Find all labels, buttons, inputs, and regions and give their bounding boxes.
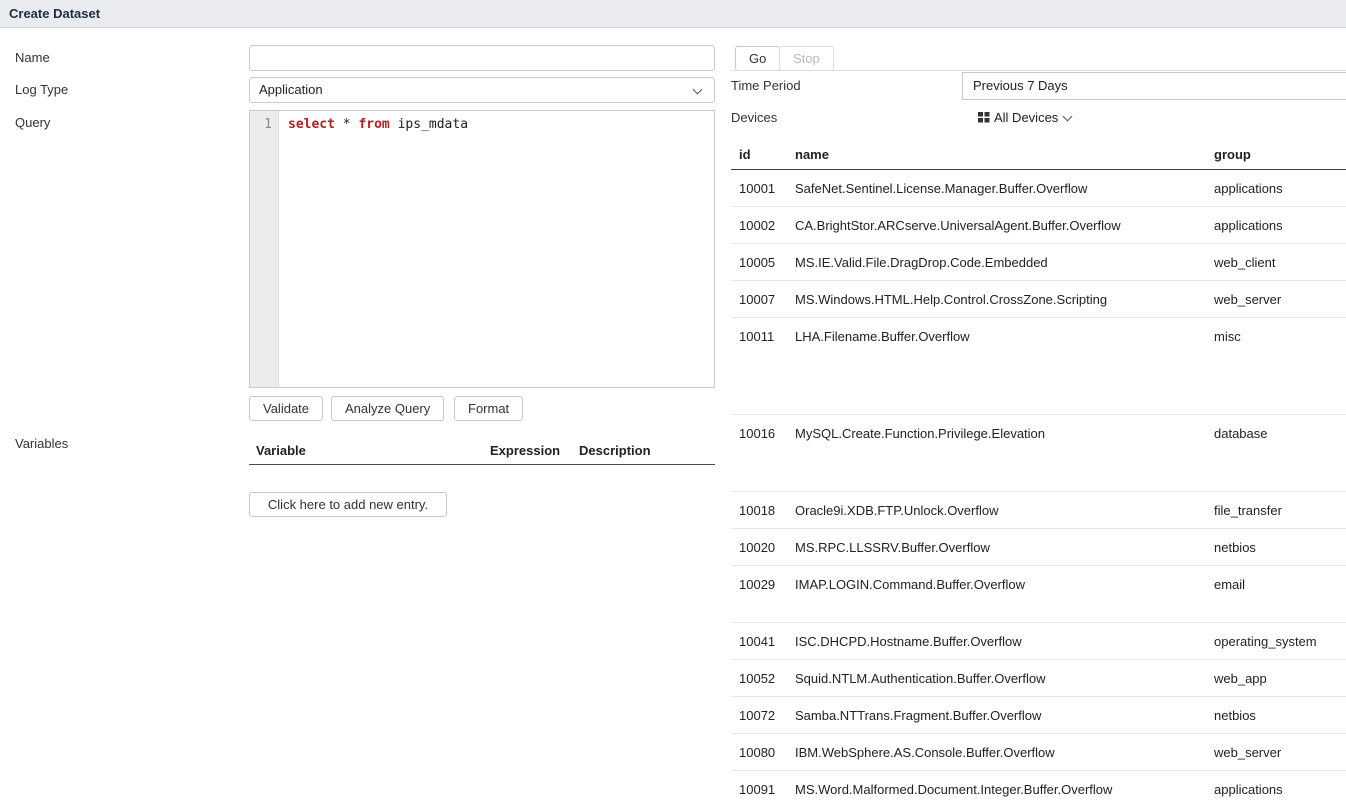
cell-name: MS.Word.Malformed.Document.Integer.Buffe… [795, 771, 1214, 797]
cell-group: web_server [1214, 734, 1346, 760]
cell-id: 10029 [731, 566, 795, 592]
table-row[interactable]: 10018Oracle9i.XDB.FTP.Unlock.Overflowfil… [731, 492, 1346, 529]
cell-group: file_transfer [1214, 492, 1346, 518]
cell-group: web_client [1214, 244, 1346, 270]
name-label: Name [15, 48, 50, 68]
cell-id: 10091 [731, 771, 795, 797]
time-period-label: Time Period [731, 76, 801, 96]
name-column-header[interactable]: name [795, 147, 1214, 162]
cell-id: 10011 [731, 318, 795, 344]
cell-group: netbios [1214, 697, 1346, 723]
add-entry-button[interactable]: Click here to add new entry. [249, 492, 447, 517]
cell-name: IBM.WebSphere.AS.Console.Buffer.Overflow [795, 734, 1214, 760]
table-row[interactable]: 10041ISC.DHCPD.Hostname.Buffer.Overflowo… [731, 623, 1346, 660]
cell-group: operating_system [1214, 623, 1346, 649]
sql-keyword: select [288, 117, 335, 132]
query-code-line[interactable]: select * from ips_mdata [280, 111, 714, 132]
expression-column-header: Expression [490, 443, 560, 458]
all-devices-icon [978, 112, 990, 123]
cell-group: netbios [1214, 529, 1346, 555]
time-period-select[interactable]: Previous 7 Days [962, 72, 1346, 100]
cell-id: 10005 [731, 244, 795, 270]
cell-name: MySQL.Create.Function.Privilege.Elevatio… [795, 415, 1214, 441]
table-row[interactable]: 10029IMAP.LOGIN.Command.Buffer.Overflowe… [731, 566, 1346, 623]
analyze-query-button[interactable]: Analyze Query [331, 396, 444, 421]
query-label: Query [15, 113, 50, 133]
cell-group: database [1214, 415, 1346, 441]
line-number: 1 [250, 111, 278, 132]
table-row[interactable]: 10091MS.Word.Malformed.Document.Integer.… [731, 771, 1346, 806]
cell-id: 10020 [731, 529, 795, 555]
devices-select[interactable]: All Devices [978, 108, 1071, 128]
cell-id: 10041 [731, 623, 795, 649]
cell-id: 10016 [731, 415, 795, 441]
cell-name: CA.BrightStor.ARCserve.UniversalAgent.Bu… [795, 207, 1214, 233]
cell-name: Oracle9i.XDB.FTP.Unlock.Overflow [795, 492, 1214, 518]
results-table-header: id name group [731, 140, 1346, 170]
table-row[interactable]: 10052Squid.NTLM.Authentication.Buffer.Ov… [731, 660, 1346, 697]
cell-group: misc [1214, 318, 1346, 344]
go-button[interactable]: Go [735, 46, 780, 71]
query-editor[interactable]: 1 select * from ips_mdata [249, 110, 715, 388]
cell-id: 10001 [731, 170, 795, 196]
create-dataset-page: Create Dataset Name Log Type Application… [0, 0, 1346, 806]
table-row[interactable]: 10016MySQL.Create.Function.Privilege.Ele… [731, 415, 1346, 492]
table-row[interactable]: 10020MS.RPC.LLSSRV.Buffer.Overflownetbio… [731, 529, 1346, 566]
cell-id: 10007 [731, 281, 795, 307]
validate-button[interactable]: Validate [249, 396, 323, 421]
chevron-down-icon [693, 85, 703, 95]
cell-group: applications [1214, 207, 1346, 233]
sql-text: ips_mdata [390, 117, 468, 132]
cell-name: SafeNet.Sentinel.License.Manager.Buffer.… [795, 170, 1214, 196]
cell-id: 10072 [731, 697, 795, 723]
cell-name: IMAP.LOGIN.Command.Buffer.Overflow [795, 566, 1214, 592]
cell-group: applications [1214, 170, 1346, 196]
cell-id: 10052 [731, 660, 795, 686]
log-type-value: Application [259, 82, 323, 97]
table-row[interactable]: 10001SafeNet.Sentinel.License.Manager.Bu… [731, 170, 1346, 207]
time-period-value: Previous 7 Days [973, 78, 1068, 93]
format-button[interactable]: Format [454, 396, 523, 421]
chevron-down-icon [1063, 112, 1073, 122]
name-input[interactable] [249, 45, 715, 71]
stop-button[interactable]: Stop [779, 46, 834, 71]
table-row[interactable]: 10080IBM.WebSphere.AS.Console.Buffer.Ove… [731, 734, 1346, 771]
table-row[interactable]: 10011LHA.Filename.Buffer.Overflowmisc [731, 318, 1346, 415]
results-table: id name group 10001SafeNet.Sentinel.Lice… [731, 140, 1346, 806]
sql-keyword: from [358, 117, 389, 132]
devices-label: Devices [731, 108, 777, 128]
sql-text: * [335, 117, 358, 132]
table-row[interactable]: 10007MS.Windows.HTML.Help.Control.CrossZ… [731, 281, 1346, 318]
cell-id: 10080 [731, 734, 795, 760]
table-row[interactable]: 10005MS.IE.Valid.File.DragDrop.Code.Embe… [731, 244, 1346, 281]
variables-label: Variables [15, 434, 68, 454]
devices-value: All Devices [994, 110, 1058, 125]
description-column-header: Description [579, 443, 651, 458]
cell-id: 10002 [731, 207, 795, 233]
group-column-header[interactable]: group [1214, 147, 1346, 162]
cell-group: email [1214, 566, 1346, 592]
cell-name: ISC.DHCPD.Hostname.Buffer.Overflow [795, 623, 1214, 649]
variables-table-header: Variable Expression Description [249, 438, 715, 465]
cell-group: web_app [1214, 660, 1346, 686]
id-column-header[interactable]: id [731, 147, 795, 162]
cell-name: MS.Windows.HTML.Help.Control.CrossZone.S… [795, 281, 1214, 307]
cell-group: web_server [1214, 281, 1346, 307]
cell-id: 10018 [731, 492, 795, 518]
cell-group: applications [1214, 771, 1346, 797]
editor-gutter: 1 [250, 111, 279, 387]
table-row[interactable]: 10002CA.BrightStor.ARCserve.UniversalAge… [731, 207, 1346, 244]
page-title: Create Dataset [0, 0, 1346, 28]
cell-name: MS.RPC.LLSSRV.Buffer.Overflow [795, 529, 1214, 555]
cell-name: Squid.NTLM.Authentication.Buffer.Overflo… [795, 660, 1214, 686]
log-type-select[interactable]: Application [249, 77, 715, 103]
cell-name: LHA.Filename.Buffer.Overflow [795, 318, 1214, 344]
variable-column-header: Variable [256, 443, 306, 458]
divider [731, 70, 1346, 71]
cell-name: Samba.NTTrans.Fragment.Buffer.Overflow [795, 697, 1214, 723]
cell-name: MS.IE.Valid.File.DragDrop.Code.Embedded [795, 244, 1214, 270]
results-table-body: 10001SafeNet.Sentinel.License.Manager.Bu… [731, 170, 1346, 806]
log-type-label: Log Type [15, 80, 68, 100]
table-row[interactable]: 10072Samba.NTTrans.Fragment.Buffer.Overf… [731, 697, 1346, 734]
